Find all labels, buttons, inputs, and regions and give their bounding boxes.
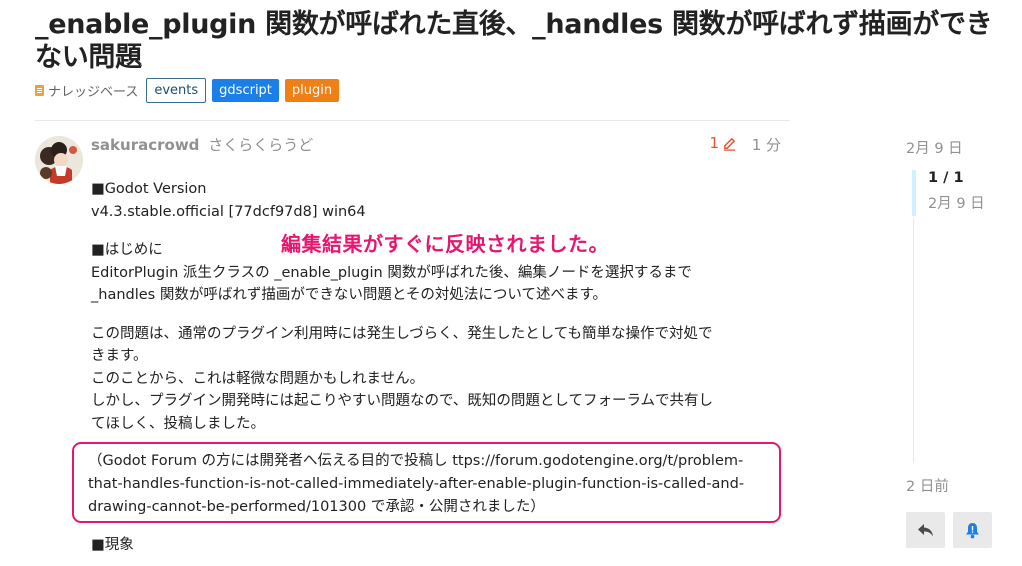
avatar[interactable] (35, 136, 83, 184)
paragraph-line: しかし、プラグイン開発時には起こりやすい問題なので、既知の問題としてフォーラムで… (91, 393, 714, 409)
category-icon (35, 85, 44, 96)
category-link[interactable]: ナレッジベース (35, 81, 138, 100)
timeline-scroll-handle[interactable] (912, 170, 916, 216)
tag-events[interactable]: events (146, 78, 207, 103)
paragraph-line: てほしく、投稿しました。 (91, 415, 265, 432)
godot-version-heading: ■Godot Version (91, 181, 207, 197)
note-line: drawing-cannot-be-performed/101300 で承認・公… (88, 499, 545, 515)
paragraph-line: この問題は、通常のプラグイン利用時には発生しづらく、発生したとしても簡単な操作で… (91, 325, 713, 342)
edit-annotation: 編集結果がすぐに反映されました。 (281, 232, 609, 256)
post-date[interactable]: 1 分 (752, 134, 781, 155)
notifications-button[interactable] (953, 512, 992, 548)
tag-plugin[interactable]: plugin (284, 79, 340, 102)
header-divider (35, 120, 790, 121)
reply-icon (918, 523, 933, 536)
edit-history-button[interactable]: 1 (709, 134, 737, 152)
timeline-current-date: 2月 9 日 (928, 196, 985, 212)
timeline-start-date[interactable]: 2月 9 日 (906, 137, 963, 158)
topic-tags: ナレッジベース events gdscript plugin (35, 78, 340, 103)
note-line: that-handles-function-is-not-called-imme… (88, 476, 745, 492)
timeline-last-activity[interactable]: 2 日前 (906, 475, 949, 496)
symptom-heading: ■現象 (91, 537, 134, 553)
intro-line: _handles 関数が呼ばれず描画ができない問題とその対処法について述べます。 (91, 287, 608, 303)
post-meta: sakuracrowd さくらくらうど 1 1 分 (91, 134, 781, 154)
paragraph-line: このことから、これは軽微な問題かもしれません。 (91, 370, 425, 387)
category-label: ナレッジベース (48, 85, 139, 100)
intro-line: EditorPlugin 派生クラスの _enable_plugin 関数が呼ば… (91, 264, 692, 281)
pencil-icon (723, 137, 736, 151)
highlighted-note: （Godot Forum の方には開発者へ伝える目的で投稿し ttps://fo… (72, 442, 781, 523)
timeline-track[interactable] (913, 218, 914, 463)
paragraph-line: きます。 (91, 348, 148, 364)
tag-gdscript[interactable]: gdscript (212, 79, 279, 102)
godot-version: v4.3.stable.official [77dcf97d8] win64 (91, 203, 366, 220)
reply-button[interactable] (906, 512, 945, 548)
topic-title[interactable]: _enable_plugin 関数が呼ばれた直後、_handles 関数が呼ばれ… (35, 8, 1005, 74)
edit-count: 1 (709, 134, 719, 152)
post-fullname[interactable]: さくらくらうど (208, 136, 313, 154)
note-line: （Godot Forum の方には開発者へ伝える目的で投稿し ttps://fo… (88, 453, 744, 469)
post-username[interactable]: sakuracrowd (91, 136, 199, 154)
timeline-position: 1 / 1 (928, 170, 964, 186)
bell-icon (966, 522, 979, 538)
